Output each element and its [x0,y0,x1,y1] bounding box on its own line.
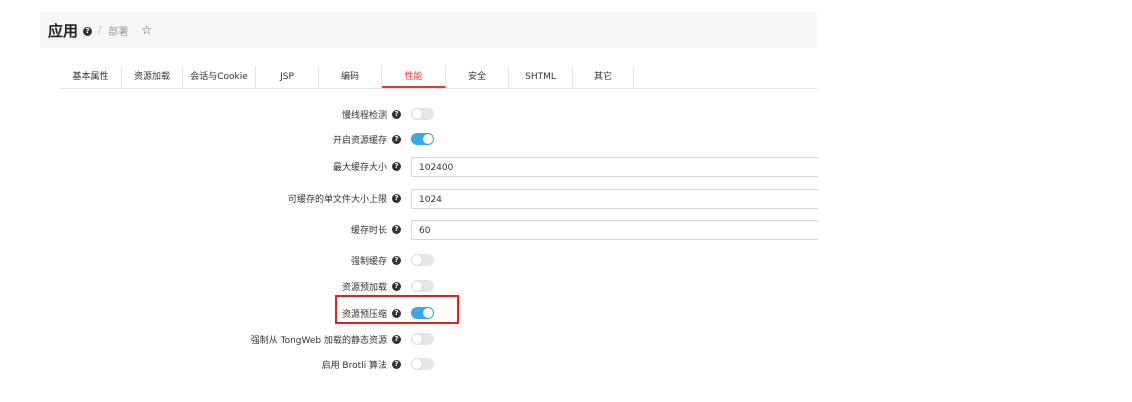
force-tongweb-static-toggle[interactable] [411,333,434,345]
precompress-row: 资源预压缩? [0,304,1132,324]
cache-ttl-input[interactable]: 60 [411,220,818,240]
help-icon[interactable]: ? [392,135,401,144]
force-cache-label: 强制缓存? [351,254,401,267]
tab-performance[interactable]: 性能 [382,66,446,88]
slow-thread-detect-row: 慢线程检测? [0,105,1132,125]
force-cache-toggle[interactable] [411,254,434,266]
page-header: 应用 ? / 部署 ☆ [40,12,817,48]
toggle-knob [412,255,422,265]
max-file-size-text: 可缓存的单文件大小上限 [287,195,387,205]
tab-security[interactable]: 安全 [446,66,509,88]
preload-toggle[interactable] [411,280,434,292]
max-cache-size-text: 最大缓存大小 [332,163,387,173]
tab-encoding[interactable]: 编码 [319,66,382,88]
force-tongweb-static-row: 强制从 TongWeb 加载的静态资源? [0,330,1132,350]
enable-cache-row: 开启资源缓存? [0,130,1132,150]
cache-ttl-text: 缓存时长 [350,226,387,236]
help-icon[interactable]: ? [392,225,401,234]
help-icon[interactable]: ? [392,256,401,265]
help-icon[interactable]: ? [83,26,93,36]
max-file-size-row: 可缓存的单文件大小上限? 1024 [0,189,1132,209]
tab-bar: 基本属性 资源加载 会话与Cookie JSP 编码 性能 安全 SHTML 其… [60,66,817,89]
toggle-knob [412,109,422,119]
star-icon[interactable]: ☆ [141,23,152,37]
enable-cache-label: 开启资源缓存? [333,133,401,146]
slow-thread-detect-toggle[interactable] [411,108,434,120]
toggle-knob [412,359,422,369]
brotli-label: 启用 Brotli 算法? [322,358,401,371]
preload-label: 资源预加载? [342,280,401,293]
preload-row: 资源预加载? [0,277,1132,297]
tab-shtml[interactable]: SHTML [509,66,573,88]
max-cache-size-row: 最大缓存大小? 102400 [0,157,1132,177]
breadcrumb-separator: / [98,24,102,36]
slow-thread-detect-text: 慢线程检测 [341,111,387,121]
tab-other[interactable]: 其它 [573,66,634,88]
cache-ttl-row: 缓存时长? 60 [0,220,1132,240]
cache-ttl-label: 缓存时长? [351,223,401,236]
enable-cache-text: 开启资源缓存 [332,136,387,146]
highlight-box [335,295,459,324]
max-cache-size-label: 最大缓存大小? [333,160,401,173]
max-file-size-input[interactable]: 1024 [411,189,818,209]
page: 应用 ? / 部署 ☆ 基本属性 资源加载 会话与Cookie JSP 编码 性… [0,0,1132,402]
brotli-toggle[interactable] [411,358,434,370]
preload-text: 资源预加载 [341,283,387,293]
toggle-knob [412,334,422,344]
help-icon[interactable]: ? [392,360,401,369]
force-tongweb-static-label: 强制从 TongWeb 加载的静态资源? [251,333,401,346]
enable-cache-toggle[interactable] [411,133,434,145]
help-icon[interactable]: ? [392,110,401,119]
brotli-row: 启用 Brotli 算法? [0,355,1132,375]
help-icon[interactable]: ? [392,194,401,203]
brotli-text: 启用 Brotli 算法 [321,361,387,371]
breadcrumb-deploy[interactable]: 部署 [108,23,128,38]
tab-basic-properties[interactable]: 基本属性 [60,66,122,88]
force-cache-text: 强制缓存 [350,257,387,267]
force-cache-row: 强制缓存? [0,251,1132,271]
toggle-knob [423,134,433,144]
tab-resource-loading[interactable]: 资源加载 [122,66,183,88]
toggle-knob [412,281,422,291]
help-icon[interactable]: ? [392,282,401,291]
help-icon[interactable]: ? [392,335,401,344]
tab-session-cookie[interactable]: 会话与Cookie [183,66,256,88]
max-cache-size-input[interactable]: 102400 [411,157,818,177]
slow-thread-detect-label: 慢线程检测? [342,108,401,121]
max-file-size-label: 可缓存的单文件大小上限? [288,192,401,205]
page-title: 应用 [48,21,79,40]
force-tongweb-static-text: 强制从 TongWeb 加载的静态资源 [250,336,387,346]
tab-jsp[interactable]: JSP [256,66,319,88]
help-icon[interactable]: ? [392,162,401,171]
